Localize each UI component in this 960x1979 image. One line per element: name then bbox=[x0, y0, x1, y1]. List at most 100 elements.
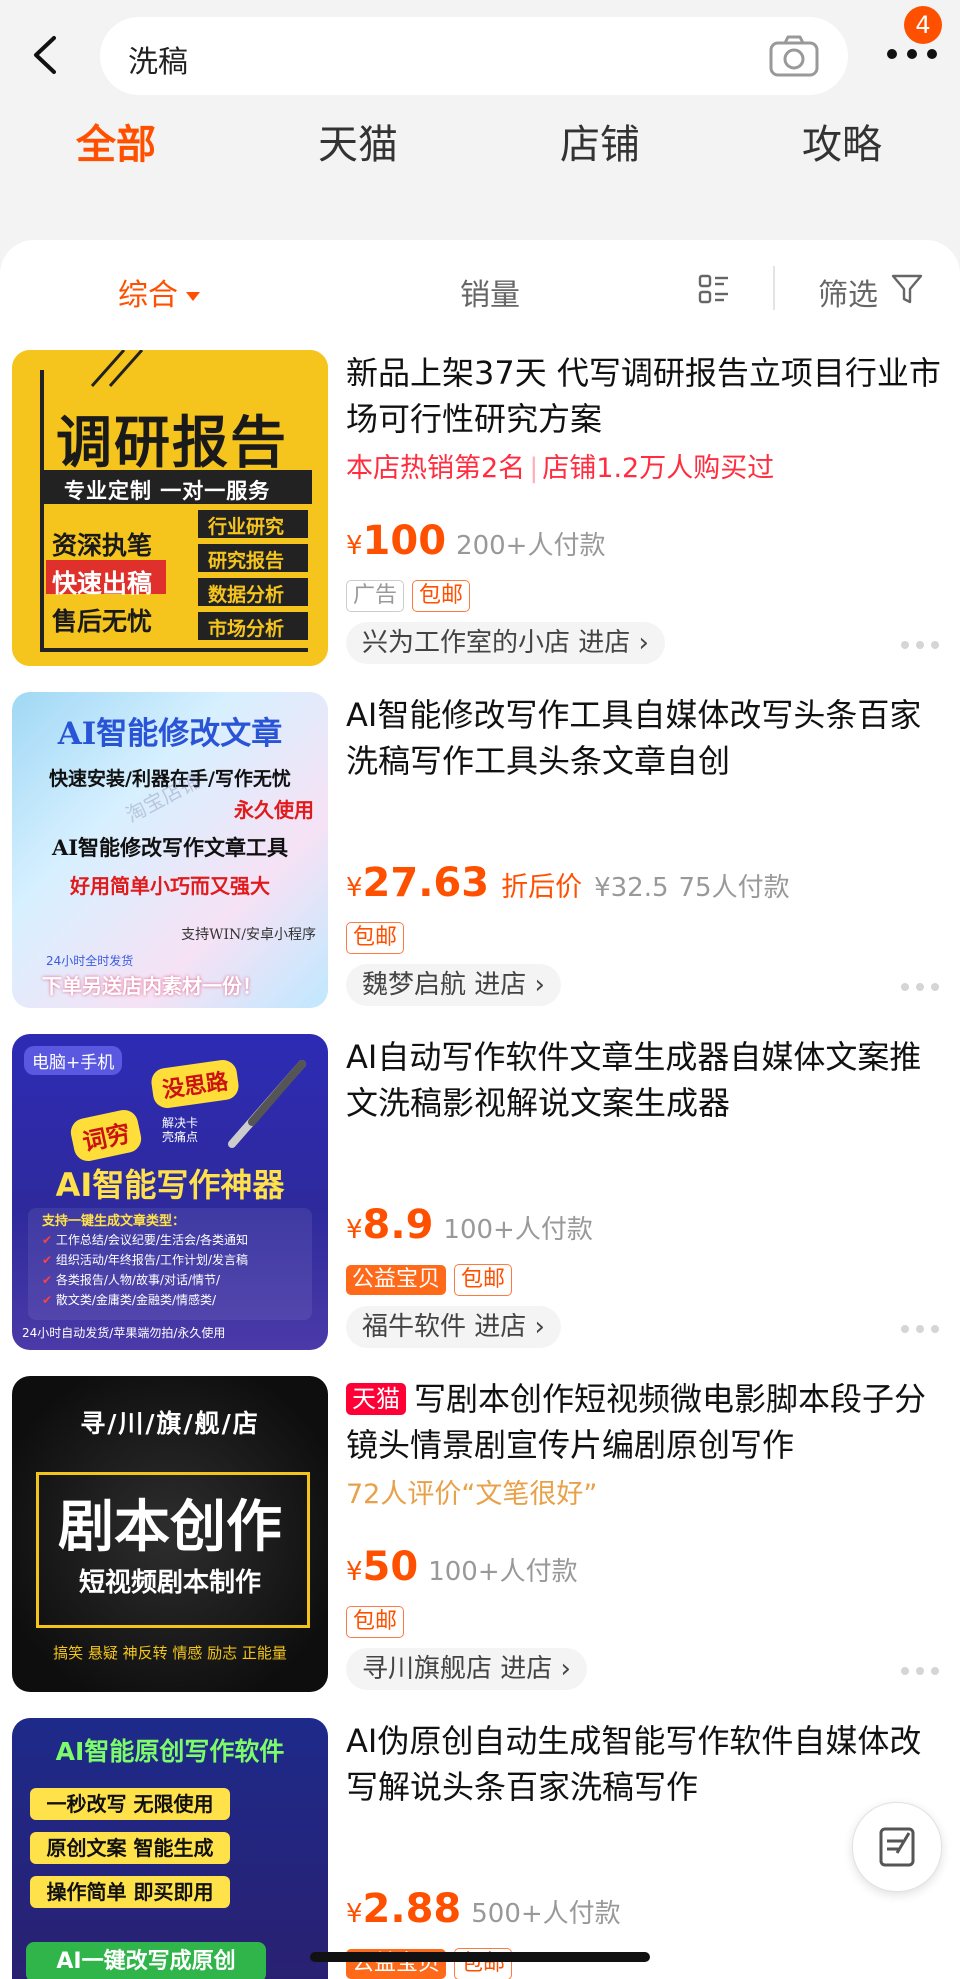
more-menu-icon[interactable] bbox=[884, 44, 940, 64]
thumb-left-3: 售后无忧 bbox=[52, 607, 153, 636]
product-title[interactable]: AI自动写作软件文章生成器自媒体文案推文洗稿影视解说文案生成器 bbox=[346, 1034, 946, 1126]
thumb-item-text: 组织活动/年终报告/工作计划/发言稿 bbox=[55, 1253, 249, 1267]
ad-tag: 广告 bbox=[346, 580, 405, 612]
tab-guides[interactable]: 攻略 bbox=[802, 112, 882, 170]
shop-link[interactable]: 魏梦启航 进店 › bbox=[346, 964, 561, 1006]
thumb-item-2: 原创文案 智能生成 bbox=[30, 1832, 230, 1864]
thumb-left-2: 快速出稿 bbox=[52, 569, 153, 598]
price: 2.88 bbox=[362, 1886, 462, 1932]
hot-rank: 本店热销第2名 | 店铺1.2万人购买过 bbox=[346, 446, 946, 485]
shop-name: 兴为工作室的小店 进店 bbox=[362, 628, 631, 658]
search-query[interactable]: 洗稿 bbox=[128, 37, 188, 81]
product-image[interactable]: AI智能修改文章 快速安装/利器在手/写作无忧 永久使用 AI智能修改写作文章工… bbox=[12, 692, 328, 1008]
charity-tag: 公益宝贝 bbox=[346, 1265, 447, 1295]
sold-count: 75人付款 bbox=[678, 873, 790, 903]
product-info: 天猫 写剧本创作短视频微电影脚本段子分镜头情景剧宣传片编剧原创写作 72人评价“文… bbox=[346, 1376, 946, 1690]
more-options-icon[interactable] bbox=[900, 640, 940, 650]
price: 8.9 bbox=[362, 1202, 434, 1248]
thumb-item-text: 工作总结/会议纪要/生活会/各类通知 bbox=[55, 1233, 249, 1247]
feedback-button[interactable] bbox=[852, 1802, 942, 1892]
product-title[interactable]: AI伪原创自动生成智能写作软件自媒体改写解说头条百家洗稿写作 bbox=[346, 1718, 946, 1810]
thumb-headline: AI智能写作神器 bbox=[55, 1166, 285, 1204]
thumb-strip: 专业定制 一对一服务 bbox=[64, 479, 271, 503]
sold-count: 500+人付款 bbox=[471, 1899, 621, 1929]
rank-buyers: 店铺1.2万人购买过 bbox=[542, 453, 775, 484]
sort-sales[interactable]: 销量 bbox=[460, 270, 520, 314]
product-image[interactable]: AI智能原创写作软件 一秒改写 无限使用 原创文案 智能生成 操作简单 即买即用… bbox=[12, 1718, 328, 1979]
shop-link[interactable]: 寻川旗舰店 进店 › bbox=[346, 1648, 587, 1690]
product-image[interactable]: 寻/川/旗/舰/店 剧本创作 短视频剧本制作 搞笑 悬疑 神反转 情感 励志 正… bbox=[12, 1376, 328, 1692]
thumb-top: 寻/川/旗/舰/店 bbox=[80, 1409, 260, 1438]
price: 100 bbox=[362, 518, 447, 564]
price-row: ¥100 200+人付款 bbox=[346, 518, 605, 564]
free-shipping-tag: 包邮 bbox=[346, 1606, 405, 1638]
thumb-bubble-3: 解决卡壳痛点 bbox=[162, 1116, 199, 1144]
tab-tmall[interactable]: 天猫 bbox=[318, 112, 398, 170]
price: 27.63 bbox=[362, 860, 490, 906]
more-options-icon[interactable] bbox=[900, 982, 940, 992]
thumb-line-4: 好用简单小巧而又强大 bbox=[70, 874, 270, 898]
product-card[interactable]: 调研报告 专业定制 一对一服务 资深执笔 快速出稿 售后无忧 行业研究 研究报告… bbox=[0, 350, 960, 692]
sort-comprehensive-label: 综合 bbox=[118, 278, 178, 313]
product-card[interactable]: AI智能原创写作软件 一秒改写 无限使用 原创文案 智能生成 操作简单 即买即用… bbox=[0, 1718, 960, 1979]
discount-label: 折后价 bbox=[501, 872, 583, 903]
product-card[interactable]: AI智能修改文章 快速安装/利器在手/写作无忧 永久使用 AI智能修改写作文章工… bbox=[0, 692, 960, 1034]
product-image[interactable]: 调研报告 专业定制 一对一服务 资深执笔 快速出稿 售后无忧 行业研究 研究报告… bbox=[12, 350, 328, 666]
pen-icon bbox=[228, 1060, 306, 1148]
thumb-bubble-2: 词穷 bbox=[68, 1107, 144, 1164]
camera-icon[interactable] bbox=[768, 33, 820, 79]
results-panel: 综合 销量 筛选 调研报告 专业定制 一对一服务 资深执笔 快速出稿 售后无忧 … bbox=[0, 240, 960, 1979]
sort-comprehensive[interactable]: 综合 bbox=[118, 270, 200, 314]
thumb-right-3: 数据分析 bbox=[208, 584, 285, 606]
filter-icon[interactable] bbox=[890, 272, 924, 306]
search-box[interactable]: 洗稿 bbox=[100, 17, 848, 95]
product-title[interactable]: 天猫 写剧本创作短视频微电影脚本段子分镜头情景剧宣传片编剧原创写作 bbox=[346, 1376, 946, 1468]
sold-count: 100+人付款 bbox=[428, 1557, 578, 1587]
chevron-right-icon: › bbox=[534, 970, 545, 1000]
product-title[interactable]: 新品上架37天 代写调研报告立项目行业市场可行性研究方案 bbox=[346, 350, 946, 442]
thumb-headline: 调研报告 bbox=[56, 411, 288, 476]
more-options-icon[interactable] bbox=[900, 1324, 940, 1334]
thumb-bottom: 搞笑 悬疑 神反转 情感 励志 正能量 bbox=[53, 1644, 287, 1662]
sold-count: 200+人付款 bbox=[456, 531, 606, 561]
thumb-item: ✔ 散文类/金庸类/金融类/情感类/ bbox=[42, 1293, 217, 1307]
tab-all[interactable]: 全部 bbox=[76, 112, 156, 170]
chevron-right-icon: › bbox=[560, 1654, 571, 1684]
filter-label[interactable]: 筛选 bbox=[818, 270, 878, 314]
thumb-corner: 电脑+手机 bbox=[24, 1046, 123, 1075]
thumb-line-6: 24小时全时发货 bbox=[46, 954, 134, 968]
back-arrow-icon[interactable] bbox=[22, 30, 72, 80]
rank-separator: | bbox=[529, 453, 539, 484]
list-layout-icon[interactable] bbox=[698, 273, 730, 305]
product-title[interactable]: AI智能修改写作工具自媒体改写头条百家洗稿写作工具头条文章自创 bbox=[346, 692, 946, 784]
product-image[interactable]: 电脑+手机 没思路 词穷 解决卡壳痛点 AI智能写作神器 支持一键生成文章类型：… bbox=[12, 1034, 328, 1350]
price-row: ¥8.9 100+人付款 bbox=[346, 1202, 593, 1248]
price-row: ¥50 100+人付款 bbox=[346, 1544, 578, 1590]
thumb-item-text: 散文类/金庸类/金融类/情感类/ bbox=[55, 1293, 217, 1307]
thumb-headline: AI智能修改文章 bbox=[57, 716, 283, 752]
thumb-footer: 24小时自动发货/苹果端勿拍/永久使用 bbox=[22, 1326, 226, 1340]
home-indicator[interactable] bbox=[310, 1952, 650, 1962]
thumb-line-3: AI智能修改写作文章工具 bbox=[51, 835, 289, 860]
thumb-item-3: 操作简单 即买即用 bbox=[30, 1876, 230, 1908]
thumb-left-1: 资深执笔 bbox=[52, 531, 153, 560]
sort-bar: 综合 销量 筛选 bbox=[0, 240, 960, 336]
shop-link[interactable]: 福牛软件 进店 › bbox=[346, 1306, 561, 1348]
product-info: AI自动写作软件文章生成器自媒体文案推文洗稿影视解说文案生成器 ¥8.9 100+… bbox=[346, 1034, 946, 1348]
product-card[interactable]: 电脑+手机 没思路 词穷 解决卡壳痛点 AI智能写作神器 支持一键生成文章类型：… bbox=[0, 1034, 960, 1376]
original-price: ¥32.5 bbox=[594, 873, 669, 903]
more-options-icon[interactable] bbox=[900, 1666, 940, 1676]
currency-symbol: ¥ bbox=[346, 1557, 363, 1587]
thumb-right-1: 行业研究 bbox=[208, 516, 285, 538]
product-info: AI伪原创自动生成智能写作软件自媒体改写解说头条百家洗稿写作 ¥2.88 500+… bbox=[346, 1718, 946, 1979]
product-card[interactable]: 寻/川/旗/舰/店 剧本创作 短视频剧本制作 搞笑 悬疑 神反转 情感 励志 正… bbox=[0, 1376, 960, 1718]
thumb-headline: AI智能原创写作软件 bbox=[55, 1737, 285, 1766]
thumb-item: ✔ 各类报告/人物/故事/对话/情节/ bbox=[42, 1273, 221, 1287]
shop-link[interactable]: 兴为工作室的小店 进店 › bbox=[346, 622, 665, 664]
thumb-footer: AI一键改写成原创 bbox=[26, 1942, 266, 1979]
thumb-right-2: 研究报告 bbox=[208, 550, 285, 572]
tab-shops[interactable]: 店铺 bbox=[560, 112, 640, 170]
thumb-item: ✔ 组织活动/年终报告/工作计划/发言稿 bbox=[42, 1253, 249, 1267]
rank-store: 本店热销第2名 bbox=[346, 453, 526, 484]
currency-symbol: ¥ bbox=[346, 1215, 363, 1245]
